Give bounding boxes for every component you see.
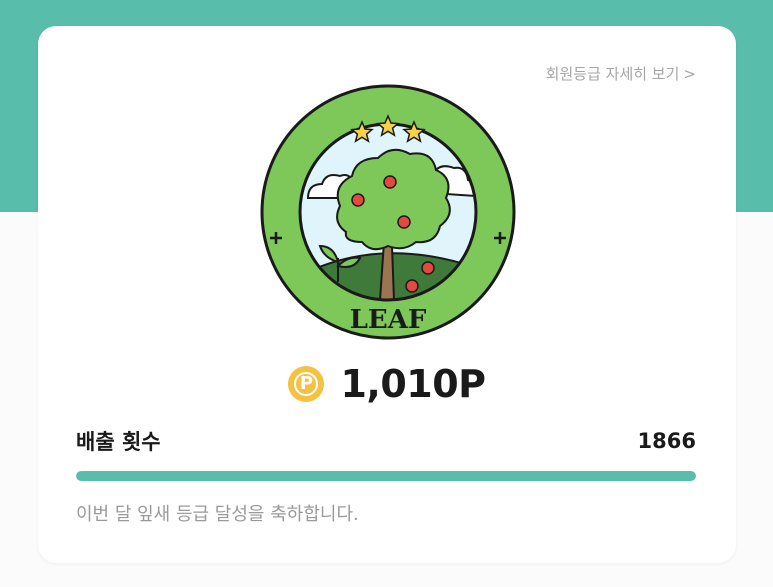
membership-page: 회원등급 자세히 보기 > LEAF P 1,010P 배출 횟수 1866 이… xyxy=(0,0,773,587)
coin-letter: P xyxy=(294,372,319,396)
leaf-grade-badge-icon: LEAF xyxy=(260,84,516,340)
badge-label: LEAF xyxy=(350,305,427,335)
membership-card: 회원등급 자세히 보기 > LEAF P 1,010P 배출 횟수 1866 이… xyxy=(38,26,736,563)
discharge-count-row: 배출 횟수 1866 xyxy=(76,426,696,456)
congratulation-message: 이번 달 잎새 등급 달성을 축하합니다. xyxy=(76,504,359,525)
points-display: P 1,010P xyxy=(38,362,736,406)
point-coin-icon: P xyxy=(288,366,325,402)
discharge-count-label: 배출 횟수 xyxy=(76,430,161,454)
discharge-progress-bar xyxy=(76,471,696,481)
chevron-right-icon: > xyxy=(683,64,696,83)
discharge-count-value: 1866 xyxy=(637,429,696,453)
detail-link-label: 회원등급 자세히 보기 xyxy=(545,65,680,83)
points-value: 1,010P xyxy=(340,362,486,406)
discharge-progress-fill xyxy=(76,471,696,481)
membership-detail-link[interactable]: 회원등급 자세히 보기 > xyxy=(546,63,696,84)
